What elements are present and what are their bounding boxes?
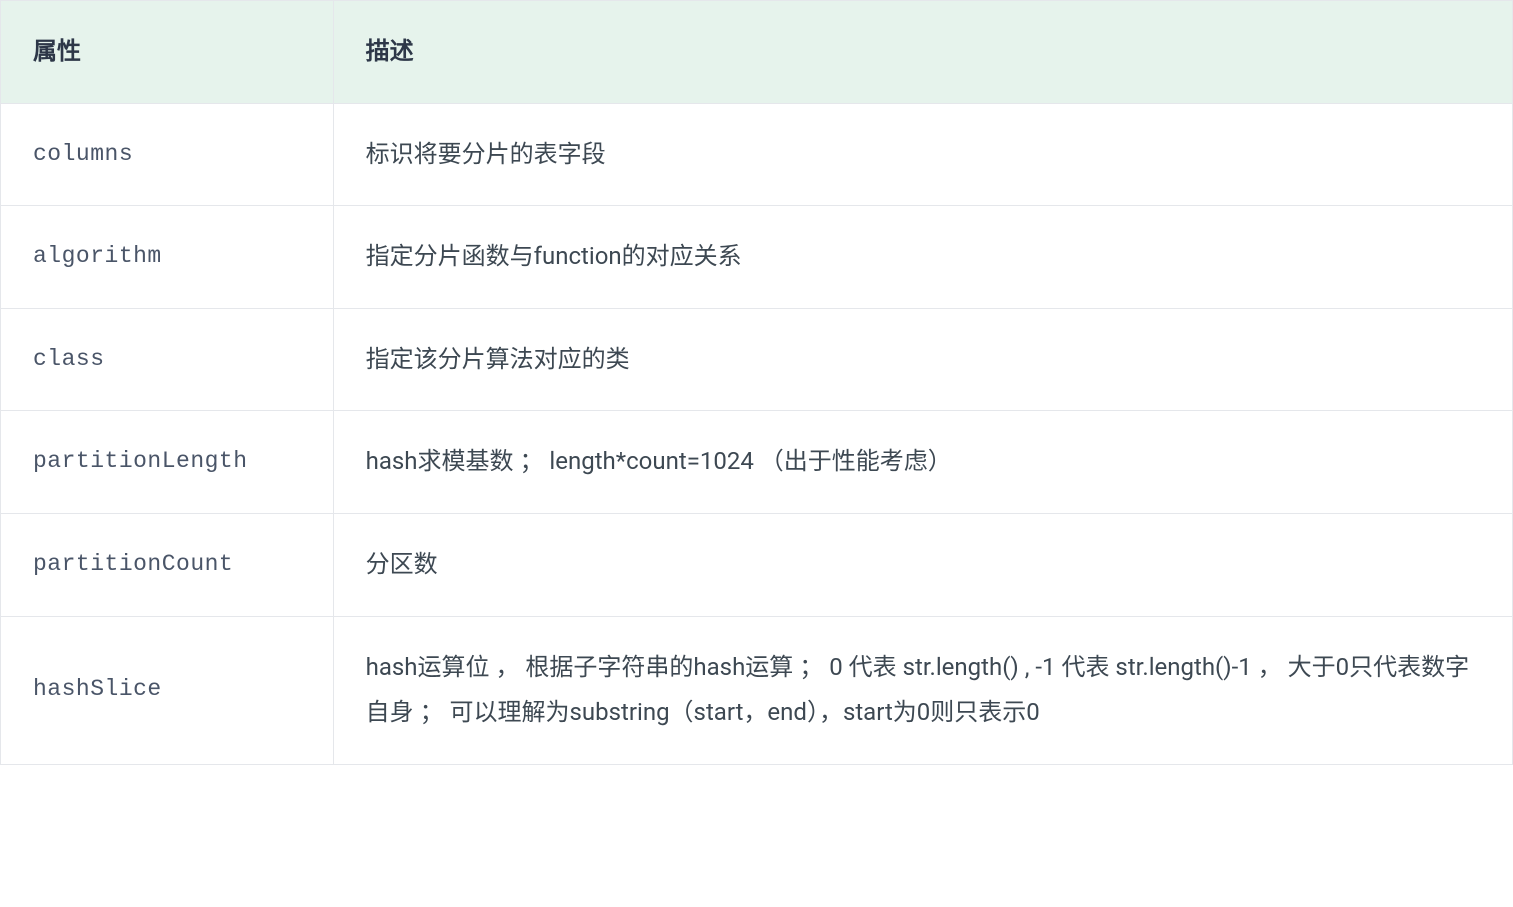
- table-row: columns 标识将要分片的表字段: [1, 103, 1513, 206]
- cell-description: 指定分片函数与function的对应关系: [333, 206, 1512, 309]
- header-attribute: 属性: [1, 1, 334, 104]
- cell-description: hash求模基数 ； length*count=1024 （出于性能考虑）: [333, 411, 1512, 514]
- cell-attribute: partitionLength: [1, 411, 334, 514]
- table-row: algorithm 指定分片函数与function的对应关系: [1, 206, 1513, 309]
- cell-attribute: partitionCount: [1, 513, 334, 616]
- table-row: hashSlice hash运算位 ， 根据子字符串的hash运算 ； 0 代表…: [1, 616, 1513, 764]
- cell-description: hash运算位 ， 根据子字符串的hash运算 ； 0 代表 str.lengt…: [333, 616, 1512, 764]
- header-description: 描述: [333, 1, 1512, 104]
- table-header-row: 属性 描述: [1, 1, 1513, 104]
- table-row: partitionLength hash求模基数 ； length*count=…: [1, 411, 1513, 514]
- cell-description: 指定该分片算法对应的类: [333, 308, 1512, 411]
- cell-attribute: hashSlice: [1, 616, 334, 764]
- cell-description: 标识将要分片的表字段: [333, 103, 1512, 206]
- cell-attribute: algorithm: [1, 206, 334, 309]
- table-row: partitionCount 分区数: [1, 513, 1513, 616]
- table-row: class 指定该分片算法对应的类: [1, 308, 1513, 411]
- cell-description: 分区数: [333, 513, 1512, 616]
- cell-attribute: columns: [1, 103, 334, 206]
- cell-attribute: class: [1, 308, 334, 411]
- attributes-table: 属性 描述 columns 标识将要分片的表字段 algorithm 指定分片函…: [0, 0, 1513, 765]
